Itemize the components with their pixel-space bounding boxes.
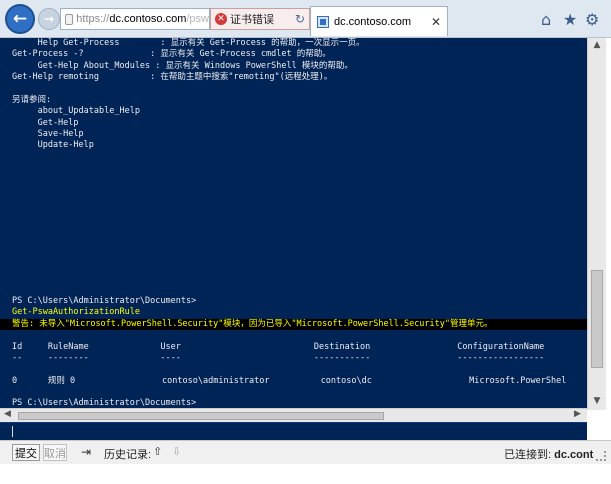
table-header: Id RuleName User Destination Configurati… [12,342,545,352]
table-row: 0 规则 0 contoso\administrator contoso\dc … [12,375,567,386]
see-also-item: Save-Help [12,128,84,139]
browser-tab[interactable]: dc.contoso.com ✕ [310,6,448,36]
error-icon: ✕ [215,13,227,25]
history-label: 历史记录: [104,449,152,461]
see-also-block: 另请参阅: about_Updatable_Help Get-Help Save… [12,95,140,151]
status-bar: 提交 取消 ⇥ 历史记录: ⇧ ⇩ 已连接到: dc.cont [0,440,611,464]
certificate-error-badge[interactable]: ✕ 证书错误 ↻ [210,8,310,30]
scroll-left-icon[interactable]: ◀ [4,409,11,419]
cancel-button[interactable]: 取消 [43,444,67,461]
back-button[interactable]: ← [5,4,35,34]
help-block: Help Get-Process : 显示有关 Get-Process 的帮助，… [12,38,365,83]
vertical-scroll-thumb[interactable] [591,270,603,368]
favorites-star-icon[interactable]: ★ [563,10,577,29]
forward-button[interactable]: → [38,8,60,30]
text-caret [12,426,13,437]
see-also-item: Update-Help [12,140,94,151]
prompt-line: PS C:\Users\Administrator\Documents> [12,296,197,306]
connection-status: 已连接到: dc.cont [504,446,593,462]
history-up-icon[interactable]: ⇧ [153,445,162,458]
rule-table: Id RuleName User Destination Configurati… [12,342,566,387]
console-output: Help Get-Process : 显示有关 Get-Process 的帮助，… [0,38,587,410]
close-tab-icon[interactable]: ✕ [431,15,441,29]
command-line: Get-PswaAuthorizationRule [12,307,140,318]
help-line: Help Get-Process : 显示有关 Get-Process 的帮助，… [12,38,365,48]
scroll-right-icon[interactable]: ▶ [574,409,581,419]
help-line: Get-Help remoting : 在帮助主题中搜索"remoting"(远… [12,71,333,82]
table-spacer [12,365,566,376]
tab-title: dc.contoso.com [334,15,412,28]
horizontal-scrollbar[interactable]: ◀ ▶ [0,408,587,422]
connected-label: 已连接到: [504,449,555,461]
horizontal-scroll-thumb[interactable] [18,412,384,420]
browser-toolbar: ← → https://dc.contoso.com/psw ✕ 证书错误 ↻ … [0,0,611,38]
command-block: PS C:\Users\Administrator\Documents> Get-… [0,296,587,330]
see-also-item: Get-Help [12,117,79,128]
refresh-icon[interactable]: ↻ [295,12,305,26]
warning-line: 警告: 未导入"Microsoft.PowerShell.Security"模块… [0,318,587,330]
url-domain: dc.contoso.com [109,13,187,25]
help-line: Get-Process -? : 显示有关 Get-Process cmdlet… [12,49,331,60]
tab-favicon-icon [317,15,329,28]
history-icon: ⇥ [81,445,92,459]
page-icon [65,13,74,25]
table-rule: -- -------- ---- ----------- -----------… [12,353,545,364]
connected-host: dc.cont [554,449,594,461]
scroll-up-icon[interactable]: ▲ [592,40,602,50]
scroll-down-icon[interactable]: ▼ [592,396,602,406]
history-down-icon[interactable]: ⇩ [172,445,181,458]
gear-icon[interactable]: ⚙ [585,10,599,29]
help-line: Get-Help About_Modules : 显示有关 Windows Po… [12,60,353,71]
forward-arrow-icon: → [43,12,55,26]
url-tail: /psw [186,13,209,25]
vertical-scrollbar[interactable]: ▲ ▼ [587,38,606,410]
resize-grip-icon[interactable] [596,451,606,461]
home-icon[interactable]: ⌂ [541,10,551,29]
back-arrow-icon: ← [12,9,28,29]
see-also-item: about_Updatable_Help [12,106,140,117]
url-prefix: https:// [76,13,110,25]
address-bar[interactable]: https://dc.contoso.com/psw [60,8,210,30]
certificate-error-label: 证书错误 [230,14,274,26]
see-also-header: 另请参阅: [12,95,52,105]
command-input[interactable] [0,422,587,440]
submit-button[interactable]: 提交 [12,444,40,461]
page-margin [0,464,611,484]
